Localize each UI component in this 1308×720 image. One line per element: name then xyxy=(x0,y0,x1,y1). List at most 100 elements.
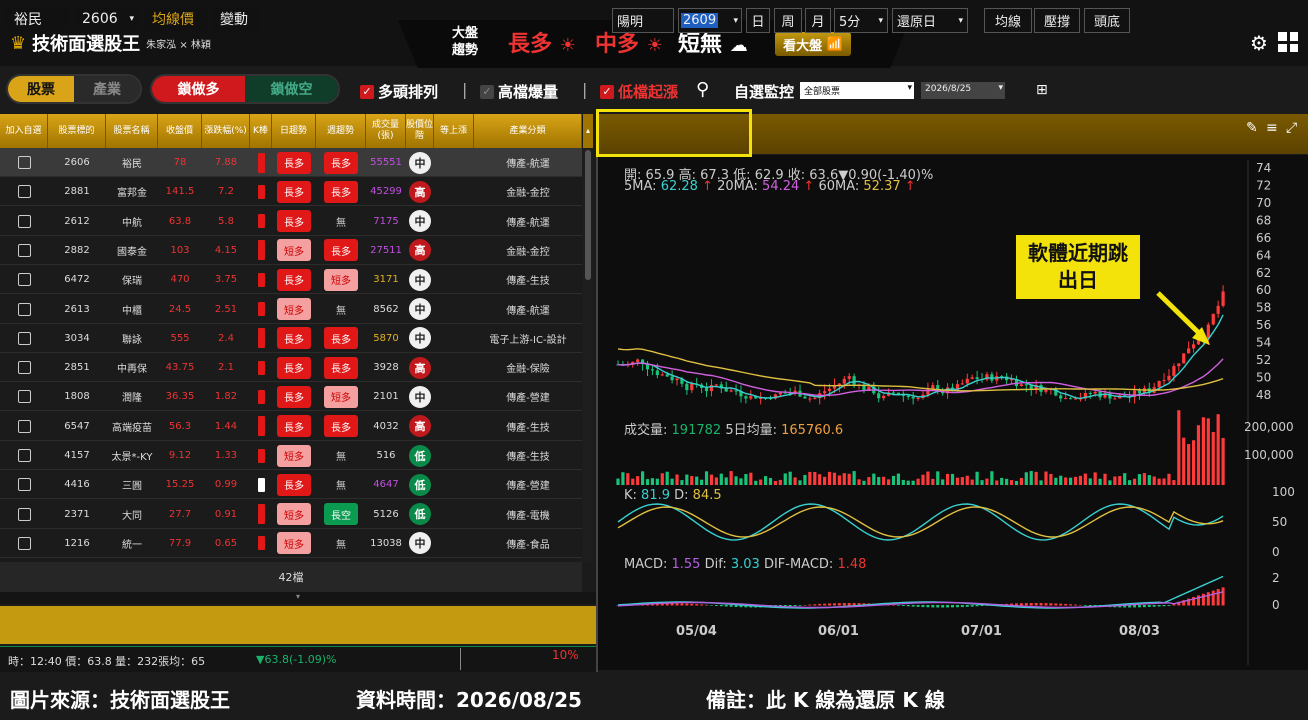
filter-low-rise[interactable]: ✓ 低檔起漲 xyxy=(600,81,678,102)
table-row[interactable]: 1216 統一 77.9 0.65 短多 無 13038 中 傳產-食品 xyxy=(0,529,582,558)
table-row[interactable]: 6472 保瑞 470 3.75 長多 短多 3171 中 傳產-生技 xyxy=(0,265,582,295)
table-row[interactable]: 6547 高端疫苗 56.3 1.44 長多 長多 4032 高 傳產-生技 xyxy=(0,412,582,441)
add-watch-checkbox[interactable] xyxy=(0,207,48,236)
chart-stock-name: 陽明 xyxy=(612,8,674,33)
watch-select[interactable]: 全部股票 ▾ xyxy=(800,82,914,99)
grid-menu-icon[interactable] xyxy=(1278,32,1298,52)
col-header[interactable]: 加入自選 xyxy=(0,114,48,148)
table-row[interactable]: 2371 大同 27.7 0.91 短多 長空 5126 低 傳產-電機 xyxy=(0,500,582,529)
volume-tick: 100,000 xyxy=(1244,448,1294,462)
lock-short-button[interactable]: 鎖做空 xyxy=(245,76,338,102)
add-watch-checkbox[interactable] xyxy=(0,236,48,265)
period-month-button[interactable]: 月 xyxy=(805,8,831,33)
price-position: 中 xyxy=(406,207,434,236)
col-header[interactable]: 週趨勢 xyxy=(316,114,366,148)
col-header[interactable]: 股票標的 xyxy=(48,114,106,148)
pen-icon[interactable]: ✎ xyxy=(1246,120,1258,136)
price-position: 高 xyxy=(406,412,434,441)
avg-price-button[interactable]: 均線價 xyxy=(144,7,208,31)
macd-bar xyxy=(724,605,728,607)
table-settings-icon[interactable]: ⊞ xyxy=(1036,82,1048,98)
table-row[interactable]: 2612 中航 63.8 5.8 長多 無 7175 中 傳產-航運 xyxy=(0,207,582,236)
kbar xyxy=(250,236,272,265)
support-resistance-button[interactable]: 壓撐 xyxy=(1034,8,1080,33)
add-watch-checkbox[interactable] xyxy=(0,177,48,206)
tab-industry[interactable]: 產業 xyxy=(74,76,140,102)
volume-bar xyxy=(837,475,841,485)
candle xyxy=(911,396,915,399)
resize-handle[interactable]: ▾ xyxy=(0,592,596,604)
stock-name: 中櫃 xyxy=(122,305,142,317)
filter-high-volume[interactable]: ✓ 高檔爆量 xyxy=(480,81,558,102)
add-watch-checkbox[interactable] xyxy=(0,324,48,353)
col-header[interactable]: K棒 xyxy=(250,114,272,148)
add-watch-checkbox[interactable] xyxy=(0,529,48,558)
week-trend: 長多 xyxy=(316,148,366,177)
sliders-icon[interactable]: ≡ xyxy=(1266,120,1278,136)
ma-button[interactable]: 均線 xyxy=(984,8,1032,33)
table-row[interactable]: 2851 中再保 43.75 2.1 長多 長多 3928 高 金融-保險 xyxy=(0,353,582,383)
col-header[interactable]: 股票名稱 xyxy=(106,114,158,148)
table-row[interactable]: 2882 國泰金 103 4.15 短多 長多 27511 高 金融-金控 xyxy=(0,236,582,265)
period-day-button[interactable]: 日 xyxy=(746,8,770,33)
candle xyxy=(1059,395,1063,399)
date-select[interactable]: 2026/8/25 ▾ xyxy=(921,82,1005,99)
add-watch-checkbox[interactable] xyxy=(0,500,48,529)
gear-icon[interactable]: ⚙ xyxy=(1250,31,1268,55)
kline-chart[interactable]: 74 72 70 68 66 64 62 60 58 56 54 52 50 48 200,000 100,0… xyxy=(598,155,1308,670)
macd-bar xyxy=(729,605,733,607)
table-row[interactable]: 2881 富邦金 141.5 7.2 長多 長多 45299 高 金融-金控 xyxy=(0,177,582,207)
col-header[interactable]: 日趨勢 xyxy=(272,114,316,148)
week-trend-badge: 無 xyxy=(336,539,346,551)
table-row[interactable]: 2613 中櫃 24.5 2.51 短多 無 8562 中 傳產-航運 xyxy=(0,295,582,324)
add-watch-checkbox[interactable] xyxy=(0,265,48,294)
chart-stock-code[interactable]: 2609 ▾ xyxy=(678,8,742,33)
ma60-line xyxy=(617,348,1224,392)
col-header[interactable]: 等上漲 xyxy=(434,114,474,148)
volume: 3171 xyxy=(373,274,399,286)
table-row[interactable]: 3034 聯詠 555 2.4 長多 長多 5870 中 電子上游-IC-設計 xyxy=(0,324,582,353)
head-bottom-button[interactable]: 頭底 xyxy=(1084,8,1130,33)
add-watch-checkbox[interactable] xyxy=(0,441,48,470)
chevron-down-icon: ▾ xyxy=(998,83,1003,93)
volume-bar xyxy=(852,471,856,485)
scroll-up-icon[interactable]: ▴ xyxy=(583,114,593,148)
table-row[interactable]: 4416 三圓 15.25 0.99 長多 無 4647 低 傳產-營建 xyxy=(0,470,582,500)
table-row[interactable]: 1808 潤隆 36.35 1.82 長多 短多 2101 中 傳產-營建 xyxy=(0,382,582,412)
add-watch-checkbox[interactable] xyxy=(0,148,48,177)
col-header[interactable]: 股價位階 xyxy=(406,114,434,148)
expand-icon[interactable]: ⤢ xyxy=(1286,120,1297,136)
volume-bar xyxy=(990,471,994,485)
volume-bar xyxy=(788,471,792,485)
table-row[interactable]: 2606 裕民 78 7.88 長多 長多 55551 中 傳產-航運 xyxy=(0,148,582,177)
change-button[interactable]: 變動 xyxy=(212,7,260,31)
candle xyxy=(1172,366,1176,376)
add-watch-checkbox[interactable] xyxy=(0,382,48,411)
close-price: 15.25 xyxy=(165,479,195,491)
col-header[interactable]: 收盤價 xyxy=(158,114,202,148)
col-header[interactable]: 漲跌幅(%) xyxy=(202,114,250,148)
restore-select[interactable]: 還原日 ▾ xyxy=(892,8,968,33)
view-market-button[interactable]: 看大盤 📶 xyxy=(775,32,851,56)
period-week-button[interactable]: 周 xyxy=(774,8,802,33)
add-watch-checkbox[interactable] xyxy=(0,412,48,441)
add-watch-checkbox[interactable] xyxy=(0,470,48,499)
wait-rise xyxy=(434,207,474,236)
table-row[interactable]: 4157 太景*-KY 9.12 1.33 短多 無 516 低 傳產-生技 xyxy=(0,441,582,470)
add-watch-checkbox[interactable] xyxy=(0,295,48,324)
col-header[interactable]: 產業分類 xyxy=(474,114,582,148)
search-icon[interactable]: ⚲ xyxy=(696,79,709,100)
table-scrollbar[interactable] xyxy=(583,148,593,562)
lock-long-button[interactable]: 鎖做多 xyxy=(152,76,245,102)
volume-bar xyxy=(847,473,851,485)
macd-bar xyxy=(1029,603,1033,606)
macd-bar xyxy=(1221,587,1225,606)
quote-stock-code[interactable]: 2606 ▾ xyxy=(74,7,138,31)
filter-bull-alignment[interactable]: ✓ 多頭排列 xyxy=(360,81,438,102)
tab-stock[interactable]: 股票 xyxy=(8,76,74,102)
macd-bar xyxy=(832,603,836,606)
add-watch-checkbox[interactable] xyxy=(0,353,48,382)
col-header[interactable]: 成交量(張) xyxy=(366,114,406,148)
candle xyxy=(975,377,979,379)
period-select[interactable]: 5分 ▾ xyxy=(834,8,888,33)
